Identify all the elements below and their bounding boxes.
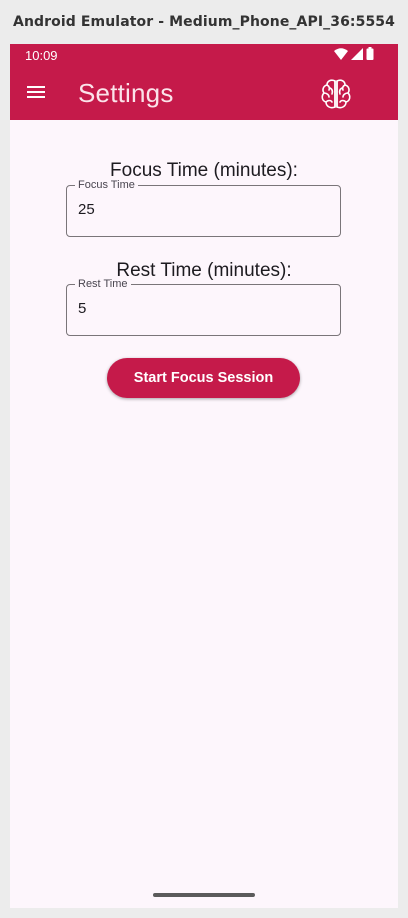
rest-time-label: Rest Time <box>75 278 131 290</box>
focus-time-field[interactable]: Focus Time <box>66 179 341 237</box>
status-bar: 10:09 <box>10 44 398 68</box>
focus-time-input[interactable] <box>78 201 328 218</box>
brain-button[interactable] <box>319 77 353 111</box>
window-title: Android Emulator - Medium_Phone_API_36:5… <box>13 14 395 30</box>
page-title: Settings <box>78 78 174 108</box>
battery-icon <box>366 47 374 65</box>
brain-icon <box>319 79 353 115</box>
start-focus-session-button[interactable]: Start Focus Session <box>107 358 300 398</box>
app-bar: Settings <box>10 68 398 120</box>
rest-time-field[interactable]: Rest Time <box>66 278 341 336</box>
focus-time-heading: Focus Time (minutes): <box>110 160 298 181</box>
window-bottom-edge <box>0 908 408 918</box>
menu-icon <box>26 84 46 105</box>
cell-signal-icon <box>351 47 363 65</box>
rest-time-heading: Rest Time (minutes): <box>116 260 292 281</box>
phone-screen: 10:09 Settings Focus Time (minutes): Foc… <box>10 44 398 908</box>
window-titlebar[interactable]: Android Emulator - Medium_Phone_API_36:5… <box>0 0 408 44</box>
status-time: 10:09 <box>25 48 58 63</box>
focus-time-label: Focus Time <box>75 179 138 191</box>
emulator-window: Android Emulator - Medium_Phone_API_36:5… <box>0 0 408 918</box>
rest-time-input[interactable] <box>78 300 328 317</box>
status-icons <box>334 47 374 65</box>
menu-button[interactable] <box>24 82 48 106</box>
wifi-icon <box>334 47 348 65</box>
gesture-navigation-bar[interactable] <box>153 893 255 897</box>
